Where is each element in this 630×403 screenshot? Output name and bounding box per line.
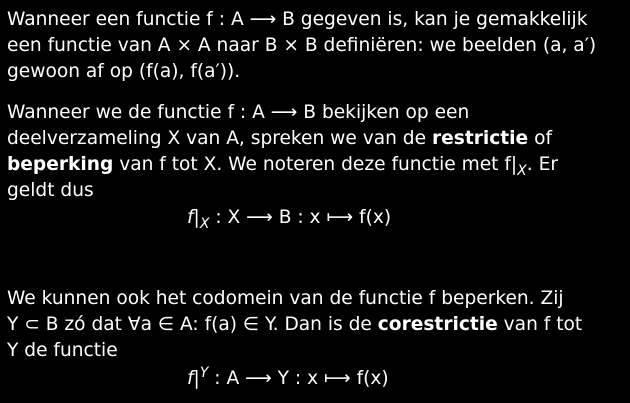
paragraph-line: We kunnen ook het codomein van de functi… [7, 288, 564, 309]
line-text: deelverzameling X van A, spreken we van … [7, 128, 432, 149]
equation-line: f|Y : A ⟶ Y : x ⟼ f(x) [187, 366, 389, 392]
term-corestrictie: corestrictie [377, 314, 498, 335]
line-text: Y ⊂ B zó dat ∀a ∈ A: f(a) ∈ Y. Dan is de [7, 314, 378, 335]
paragraph-restriction: Wanneer we de functie f : A ⟶ B bekijken… [7, 100, 558, 204]
equation-subscript: X [199, 216, 210, 232]
paragraph-line: beperking van f tot X. We noteren deze f… [7, 152, 558, 178]
line-text: of [528, 128, 552, 149]
paragraph-corestriction: We kunnen ook het codomein van de functi… [7, 286, 582, 364]
term-beperking: beperking [7, 154, 114, 175]
paragraph-line: deelverzameling X van A, spreken we van … [7, 126, 558, 152]
paragraph-line: Y de functie [7, 340, 118, 361]
display-equation-restriction: f|X : X ⟶ B : x ⟼ f(x) [187, 205, 391, 231]
paragraph-line: gewoon af op (f(a), f(a′)). [7, 61, 241, 82]
equation-function: f| [187, 368, 200, 389]
term-restrictie: restrictie [431, 128, 529, 149]
equation-line: f|X : X ⟶ B : x ⟼ f(x) [187, 205, 391, 231]
line-text: van f tot [497, 314, 583, 335]
paragraph-line: Y ⊂ B zó dat ∀a ∈ A: f(a) ∈ Y. Dan is de… [7, 312, 582, 338]
equation-text: : X ⟶ B : x ⟼ f(x) [209, 207, 392, 228]
paragraph-line: Wanneer een functie f : A ⟶ B gegeven is… [7, 9, 588, 30]
restriction-subscript: X [517, 163, 527, 179]
paragraph-line: geldt dus [7, 180, 94, 201]
line-text: . Er [526, 154, 558, 175]
line-text: van f tot X. We noteren deze functie met… [113, 154, 518, 175]
paragraph-line: Wanneer we de functie f : A ⟶ B bekijken… [7, 102, 470, 123]
equation-text: : A ⟶ Y : x ⟼ f(x) [208, 368, 389, 389]
equation-function: f| [187, 207, 200, 228]
paragraph-product-function: Wanneer een functie f : A ⟶ B gegeven is… [7, 7, 596, 85]
paragraph-line: een functie van A × A naar B × B definië… [7, 35, 597, 56]
display-equation-corestriction: f|Y : A ⟶ Y : x ⟼ f(x) [187, 366, 389, 392]
